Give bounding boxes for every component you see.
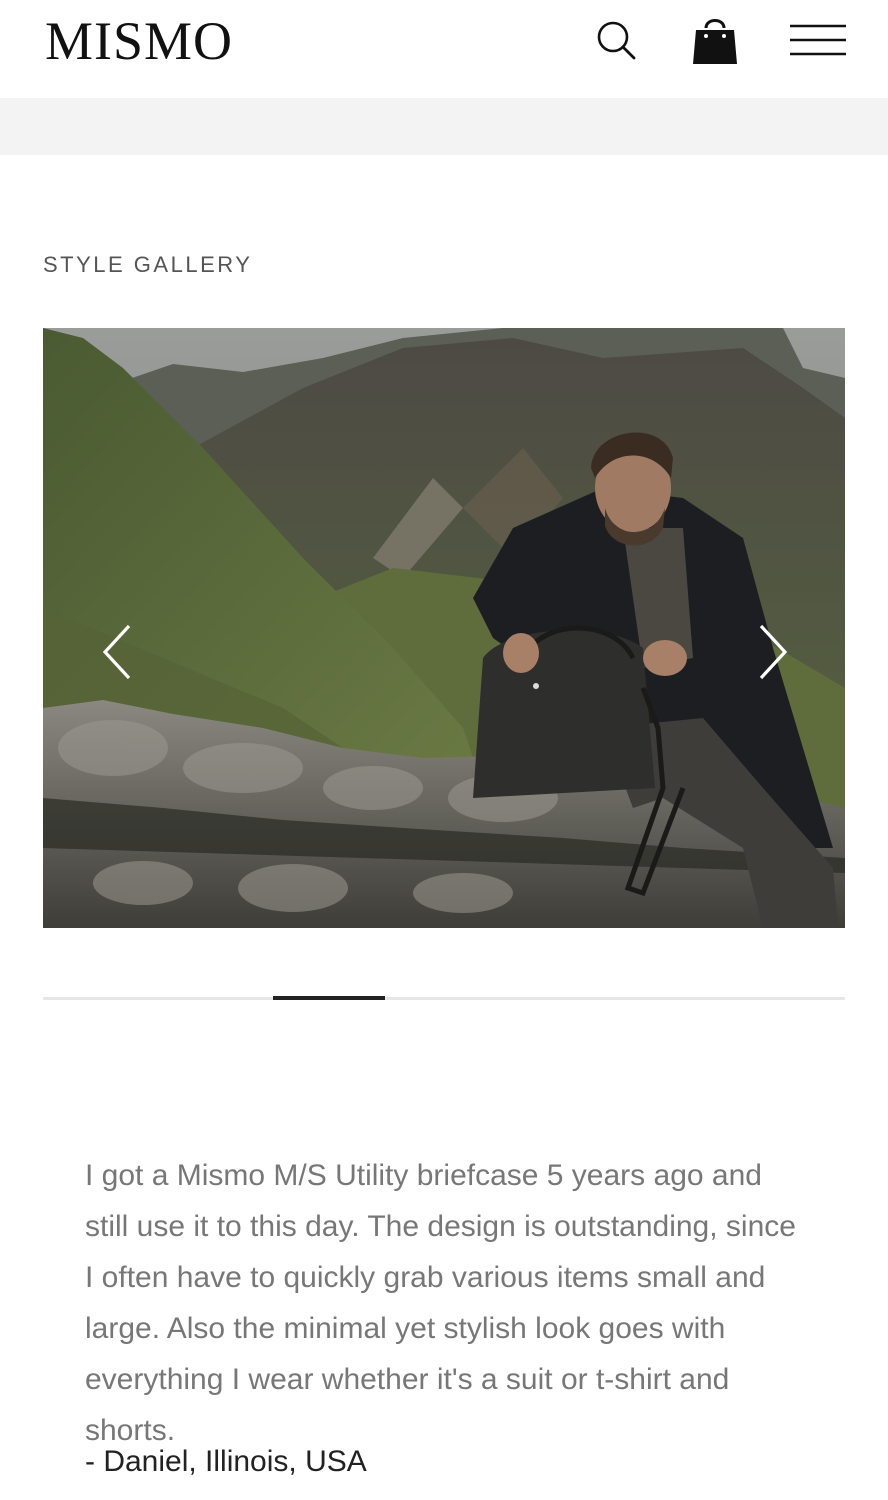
hamburger-menu-icon	[790, 24, 846, 56]
gallery-progress-indicator[interactable]	[273, 996, 386, 1000]
site-header: MISMO	[0, 0, 888, 98]
section-heading: STYLE GALLERY	[43, 252, 253, 277]
cart-button[interactable]	[690, 14, 740, 66]
chevron-right-icon	[759, 624, 788, 680]
menu-button[interactable]	[788, 20, 848, 60]
gallery-image[interactable]	[43, 328, 845, 928]
search-button[interactable]	[594, 18, 638, 62]
announcement-strip	[0, 98, 888, 155]
mismo-logo[interactable]: MISMO	[45, 10, 233, 72]
gallery-prev-button[interactable]	[99, 622, 139, 682]
testimonial-quote: I got a Mismo M/S Utility briefcase 5 ye…	[85, 1159, 796, 1447]
search-icon	[597, 21, 636, 60]
gallery-progress-track[interactable]	[43, 996, 845, 1000]
chevron-left-icon	[102, 624, 131, 680]
gallery-next-button[interactable]	[751, 622, 791, 682]
style-gallery-carousel[interactable]	[43, 328, 845, 928]
testimonial-author: - Daniel, Illinois, USA	[85, 1445, 367, 1478]
shopping-bag-icon	[693, 19, 737, 64]
